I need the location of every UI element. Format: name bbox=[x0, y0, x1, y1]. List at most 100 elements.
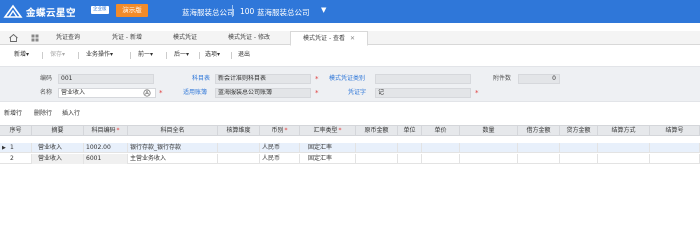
next-button[interactable]: 后一▾ bbox=[174, 49, 189, 61]
cell-account-code[interactable]: 1002.00 bbox=[84, 143, 128, 153]
org-selector-caret-icon[interactable]: ▼ bbox=[321, 6, 326, 14]
product-name: 金蝶云星空 bbox=[26, 8, 77, 19]
column-header[interactable]: 结算方式 bbox=[598, 126, 650, 136]
cell-unit[interactable] bbox=[398, 154, 422, 164]
multilang-icon[interactable] bbox=[143, 89, 151, 97]
column-header[interactable]: 原币金额 bbox=[356, 126, 398, 136]
name-field[interactable]: 营业收入 bbox=[58, 88, 156, 98]
tab-close-icon[interactable]: ✕ bbox=[350, 35, 355, 42]
column-header[interactable]: 币别* bbox=[260, 126, 300, 136]
cell-quantity[interactable] bbox=[460, 154, 518, 164]
menu-grid-icon[interactable] bbox=[31, 34, 39, 42]
required-mark: * bbox=[475, 89, 479, 97]
cell-summary[interactable]: 营业收入 bbox=[32, 143, 84, 153]
required-mark: * bbox=[159, 89, 163, 97]
cell-settlement-no[interactable] bbox=[650, 154, 700, 164]
tab-label: 模式凭证 - 查看 bbox=[303, 35, 346, 42]
column-header[interactable]: 结算号 bbox=[650, 126, 700, 136]
column-header[interactable]: 借方金额 bbox=[518, 126, 560, 136]
tab-label: 凭证查询 bbox=[55, 34, 80, 41]
toolbar-divider bbox=[42, 52, 43, 59]
demo-button[interactable]: 演示版 bbox=[116, 4, 148, 17]
previous-button[interactable]: 前一▾ bbox=[138, 49, 153, 61]
template-category-label[interactable]: 模式凭证类别 bbox=[329, 74, 365, 84]
required-mark: * bbox=[116, 127, 120, 134]
column-header[interactable]: 贷方金额 bbox=[560, 126, 598, 136]
table-row[interactable]: 2 营业收入 6001 主营业务收入 人民币 固定汇率 bbox=[0, 154, 700, 164]
entry-grid-toolbar: 新增行 删除行 插入行 bbox=[0, 108, 700, 119]
cell-settlement-method[interactable] bbox=[598, 143, 650, 153]
tab-template-voucher-view[interactable]: 模式凭证 - 查看 ✕ bbox=[290, 31, 368, 46]
cell-credit[interactable] bbox=[560, 143, 598, 153]
tab-template-voucher-edit[interactable]: 模式凭证 - 修改 bbox=[216, 31, 282, 45]
options-button[interactable]: 选项▾ bbox=[205, 49, 220, 61]
cell-account-code[interactable]: 6001 bbox=[84, 154, 128, 164]
top-divider bbox=[232, 5, 233, 17]
cell-original-amount[interactable] bbox=[356, 143, 398, 153]
current-row-marker-icon: ▶ bbox=[2, 145, 6, 151]
attachments-field[interactable]: 0 bbox=[518, 74, 560, 84]
column-header[interactable]: 核算维度 bbox=[218, 126, 260, 136]
cell-summary[interactable]: 营业收入 bbox=[32, 154, 84, 164]
exit-button[interactable]: 退出 bbox=[238, 49, 250, 61]
cell-price[interactable] bbox=[422, 143, 460, 153]
tab-voucher-new[interactable]: 凭证 - 新增 bbox=[100, 31, 154, 45]
column-header[interactable]: 单价 bbox=[422, 126, 460, 136]
home-icon[interactable] bbox=[9, 34, 18, 42]
top-bar: 金蝶云星空 企业版 演示版 蓝海服装总公司 100 蓝海服装总公司 ▼ bbox=[0, 0, 700, 23]
business-ops-label: 业务操作 bbox=[86, 51, 111, 58]
column-header[interactable]: 科目编码* bbox=[84, 126, 128, 136]
tab-template-voucher[interactable]: 模式凭证 bbox=[162, 31, 208, 45]
voucher-word-label[interactable]: 凭证字 bbox=[348, 88, 366, 98]
attachments-label: 附件数 bbox=[493, 75, 512, 82]
add-row-button[interactable]: 新增行 bbox=[4, 108, 22, 119]
chevron-down-icon: ▾ bbox=[186, 51, 190, 58]
chevron-down-icon: ▾ bbox=[110, 51, 114, 58]
tab-bar: 凭证查询 凭证 - 新增 模式凭证 模式凭证 - 修改 模式凭证 - 查看 ✕ bbox=[0, 31, 700, 46]
delete-row-button[interactable]: 删除行 bbox=[34, 108, 52, 119]
cell-unit[interactable] bbox=[398, 143, 422, 153]
cell-currency[interactable]: 人民币 bbox=[260, 143, 300, 153]
cell-price[interactable] bbox=[422, 154, 460, 164]
org-selector-label[interactable]: 蓝海服装总公司 bbox=[257, 7, 310, 18]
column-header[interactable]: 汇率类型* bbox=[300, 126, 356, 136]
template-category-field[interactable] bbox=[375, 74, 471, 84]
toolbar-divider bbox=[199, 52, 200, 59]
cell-rate-type[interactable]: 固定汇率 bbox=[300, 154, 356, 164]
chevron-down-icon: ▾ bbox=[150, 51, 154, 58]
business-ops-button[interactable]: 业务操作▾ bbox=[86, 49, 113, 61]
cell-debit[interactable] bbox=[518, 154, 560, 164]
insert-row-button[interactable]: 插入行 bbox=[62, 108, 80, 119]
account-book-field[interactable]: 蓝海服装总公司账簿 bbox=[215, 88, 311, 98]
cell-settlement-no[interactable] bbox=[650, 143, 700, 153]
cell-currency[interactable]: 人民币 bbox=[260, 154, 300, 164]
column-header[interactable]: 摘要 bbox=[32, 126, 84, 136]
column-header[interactable]: 科目全名 bbox=[128, 126, 218, 136]
new-button[interactable]: 新增▾ bbox=[14, 49, 29, 61]
tab-label: 模式凭证 bbox=[172, 34, 197, 41]
cell-original-amount[interactable] bbox=[356, 154, 398, 164]
chart-of-accounts-field[interactable]: 新会计准则科目表 bbox=[215, 74, 311, 84]
tab-voucher-query[interactable]: 凭证查询 bbox=[46, 31, 90, 45]
name-label: 名称 bbox=[40, 89, 53, 96]
cell-account-fullname: 银行存款_银行存款 bbox=[128, 143, 218, 153]
account-book-label[interactable]: 适用账簿 bbox=[183, 88, 207, 98]
cell-credit[interactable] bbox=[560, 154, 598, 164]
code-field[interactable]: 001 bbox=[58, 74, 154, 84]
toolbar-divider bbox=[130, 52, 131, 59]
org-code[interactable]: 100 bbox=[240, 7, 254, 16]
cell-dimension[interactable] bbox=[218, 143, 260, 153]
cell-settlement-method[interactable] bbox=[598, 154, 650, 164]
save-label: 保存 bbox=[50, 51, 63, 58]
column-header[interactable]: 数量 bbox=[460, 126, 518, 136]
cell-debit[interactable] bbox=[518, 143, 560, 153]
voucher-word-field[interactable]: 记 bbox=[375, 88, 471, 98]
column-header[interactable]: 序号 bbox=[0, 126, 32, 136]
save-button[interactable]: 保存▾ bbox=[50, 49, 65, 61]
table-row[interactable]: ▶ 1 营业收入 1002.00 银行存款_银行存款 人民币 固定汇率 bbox=[0, 143, 700, 153]
column-header[interactable]: 单位 bbox=[398, 126, 422, 136]
cell-rate-type[interactable]: 固定汇率 bbox=[300, 143, 356, 153]
cell-dimension[interactable] bbox=[218, 154, 260, 164]
chart-of-accounts-label[interactable]: 科目表 bbox=[192, 74, 210, 84]
cell-quantity[interactable] bbox=[460, 143, 518, 153]
